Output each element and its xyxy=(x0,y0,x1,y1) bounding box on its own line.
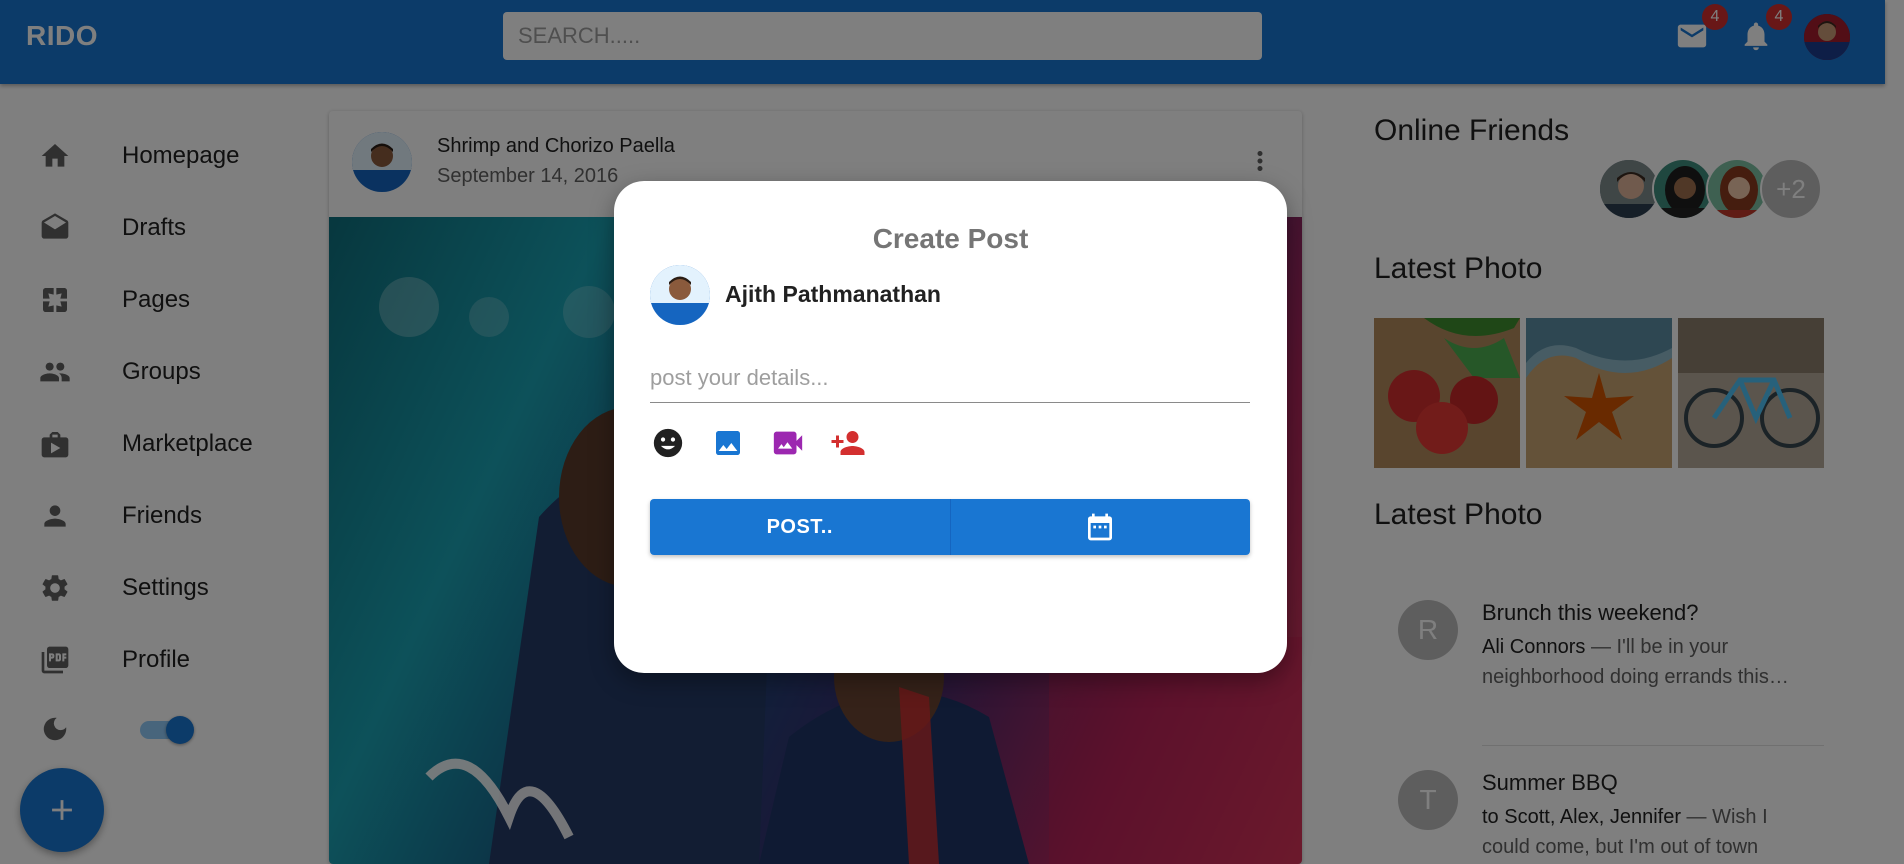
emoji-button[interactable] xyxy=(650,425,686,461)
add-image-button[interactable] xyxy=(710,425,746,461)
calendar-icon xyxy=(1088,513,1113,541)
tag-friend-button[interactable] xyxy=(830,425,866,461)
image-icon xyxy=(716,431,740,455)
person-add-icon xyxy=(831,431,865,455)
add-video-button[interactable] xyxy=(770,425,806,461)
dialog-user-name: Ajith Pathmanathan xyxy=(725,281,941,307)
schedule-button[interactable] xyxy=(949,499,1250,555)
create-post-dialog: Create Post Ajith Pathmanathan POST.. xyxy=(614,181,1287,673)
post-details-input[interactable] xyxy=(650,353,1250,403)
post-button-group: POST.. xyxy=(650,499,1250,555)
post-button[interactable]: POST.. xyxy=(650,499,950,555)
emoji-icon xyxy=(653,428,683,458)
video-camera-icon xyxy=(773,431,803,455)
dialog-title: Create Post xyxy=(872,223,1029,254)
dialog-user-avatar xyxy=(650,265,710,325)
